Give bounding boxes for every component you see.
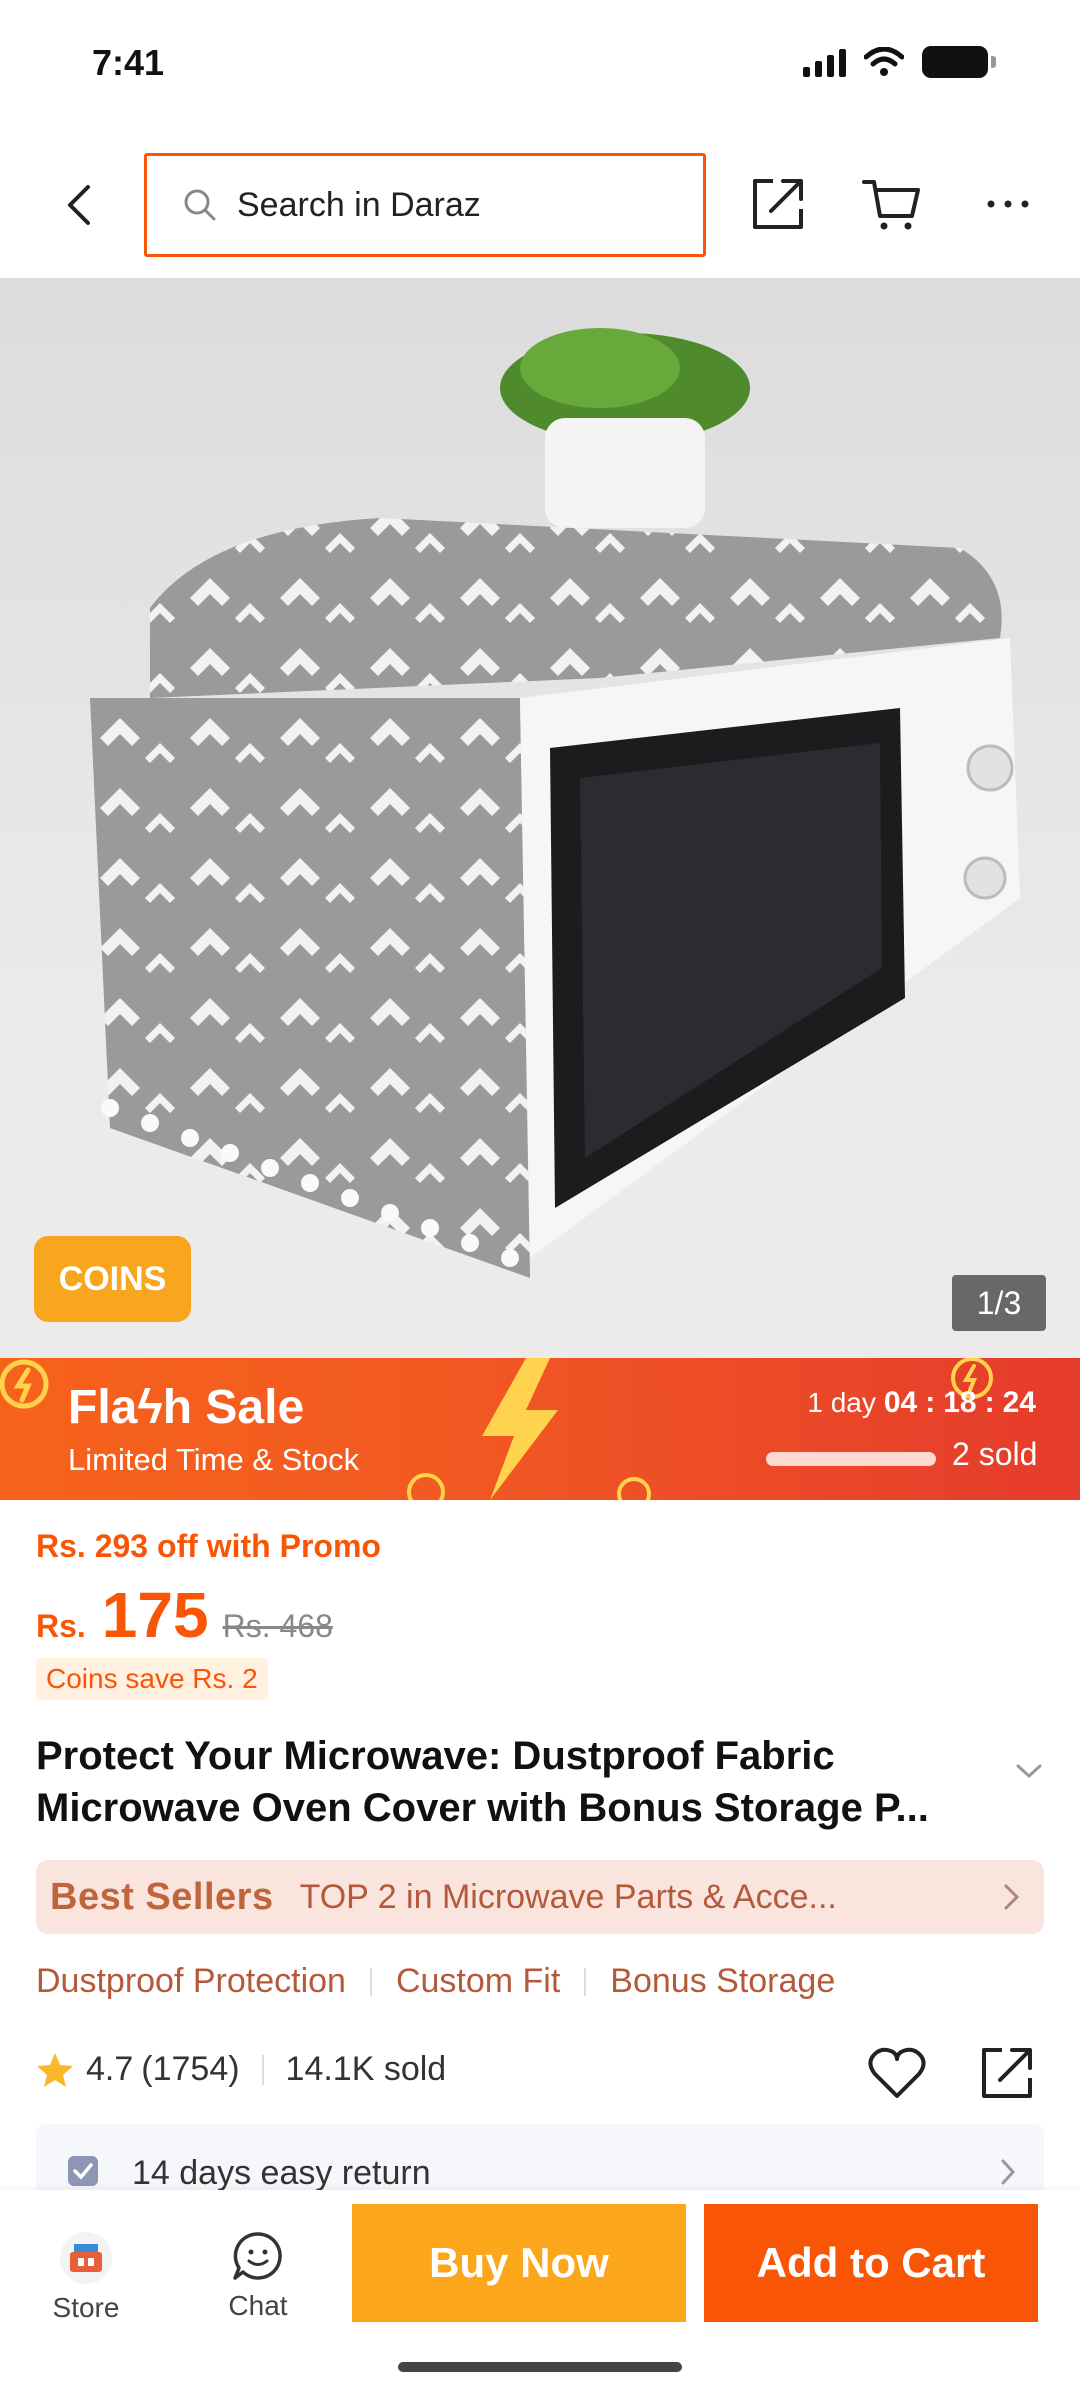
coins-badge: COINS <box>34 1236 191 1322</box>
timer-minutes: 18 <box>943 1386 977 1419</box>
feature-tags: Dustproof Protection Custom Fit Bonus St… <box>36 1962 835 2001</box>
share-icon <box>753 179 803 229</box>
rating-score: 4.7 <box>86 2050 134 2088</box>
wifi-icon <box>864 47 904 76</box>
timer-hours: 04 <box>883 1386 918 1419</box>
flash-sale-timer: 1 day 04 : 18 : 24 <box>807 1386 1036 1419</box>
store-icon <box>60 2232 112 2284</box>
chevron-left-icon <box>68 185 90 225</box>
chat-label: Chat <box>228 2290 288 2321</box>
chevron-down-icon[interactable] <box>1014 1762 1044 1780</box>
flash-sale-banner[interactable]: Flaϟh Sale Limited Time & Stock 1 day 04… <box>0 1358 1080 1500</box>
rating-count: (1754) <box>141 2050 240 2088</box>
search-input[interactable]: Search in Daraz <box>144 153 706 257</box>
more-button[interactable] <box>972 168 1044 240</box>
feature-tag: Bonus Storage <box>610 1962 836 2000</box>
status-time: 7:41 <box>92 42 165 83</box>
status-icons <box>803 46 996 78</box>
feature-tag: Custom Fit <box>395 1962 561 2000</box>
timer-day: 1 day <box>807 1387 876 1418</box>
price-value: 175 <box>101 1579 209 1651</box>
rating-row[interactable]: 4.7 (1754) 14.1K sold <box>36 2050 446 2089</box>
battery-icon <box>922 46 996 78</box>
best-sellers-text: TOP 2 in Microwave Parts & Acce... <box>299 1877 837 1916</box>
easy-return-text: 14 days easy return <box>132 2154 431 2192</box>
chat-icon <box>233 2232 282 2280</box>
feature-tag: Dustproof Protection <box>36 1962 346 2000</box>
star-icon <box>37 2052 73 2087</box>
timer-seconds: 24 <box>1002 1386 1036 1419</box>
sold-progress-fill <box>766 1452 936 1466</box>
alarm-clock-icon <box>407 1473 445 1500</box>
share-icon <box>982 2048 1032 2098</box>
sold-progress-bar <box>766 1452 936 1466</box>
coins-save-badge: Coins save Rs. 2 <box>36 1658 268 1700</box>
flash-sale-subtitle: Limited Time & Stock <box>68 1442 360 1477</box>
share-button[interactable] <box>742 168 814 240</box>
price-row: Rs. 175 Rs. 468 <box>36 1578 333 1652</box>
home-indicator <box>398 2362 682 2372</box>
flash-sold-count: 2 sold <box>952 1436 1038 1472</box>
heart-icon <box>868 2047 926 2098</box>
microwave-cover-illustration <box>0 328 1080 1358</box>
buy-now-button[interactable]: Buy Now <box>352 2204 686 2322</box>
best-sellers-bar[interactable]: Best Sellers TOP 2 in Microwave Parts & … <box>36 1860 1044 1934</box>
share-product-button[interactable] <box>974 2040 1040 2106</box>
easy-return-row[interactable]: 14 days easy return <box>36 2124 1044 2194</box>
search-icon <box>184 189 216 221</box>
wishlist-button[interactable] <box>864 2040 930 2106</box>
original-price: Rs. 468 <box>222 1608 333 1644</box>
search-placeholder: Search in Daraz <box>237 185 481 224</box>
sold-count: 14.1K sold <box>285 2050 447 2088</box>
image-counter: 1/3 <box>952 1275 1046 1331</box>
best-sellers-logo: Best Sellers <box>50 1875 274 1918</box>
store-label: Store <box>52 2292 120 2323</box>
header: Search in Daraz <box>0 150 1080 260</box>
flash-sale-title: Flaϟh Sale <box>68 1381 305 1434</box>
add-to-cart-button[interactable]: Add to Cart <box>704 2204 1038 2322</box>
more-icon <box>987 200 1029 208</box>
store-button[interactable]: Store <box>26 2230 146 2324</box>
chevron-right-icon <box>1001 2159 1016 2185</box>
back-button[interactable] <box>44 170 114 240</box>
product-image[interactable] <box>0 278 1080 1358</box>
product-title[interactable]: Protect Your Microwave: Dustproof Fabric… <box>36 1730 996 1834</box>
status-bar: 7:41 <box>0 0 1080 130</box>
chevron-right-icon <box>1004 1884 1020 1910</box>
price-currency: Rs. <box>36 1608 86 1644</box>
alarm-clock-icon <box>617 1477 651 1500</box>
checkbox-icon <box>68 2156 98 2186</box>
signal-icon <box>803 47 846 77</box>
cart-icon <box>862 180 920 230</box>
chat-button[interactable]: Chat <box>198 2230 318 2322</box>
cart-button[interactable] <box>856 168 928 240</box>
promo-text[interactable]: Rs. 293 off with Promo <box>36 1528 381 1565</box>
alarm-clock-icon <box>0 1359 49 1409</box>
lightning-icon <box>482 1358 558 1500</box>
